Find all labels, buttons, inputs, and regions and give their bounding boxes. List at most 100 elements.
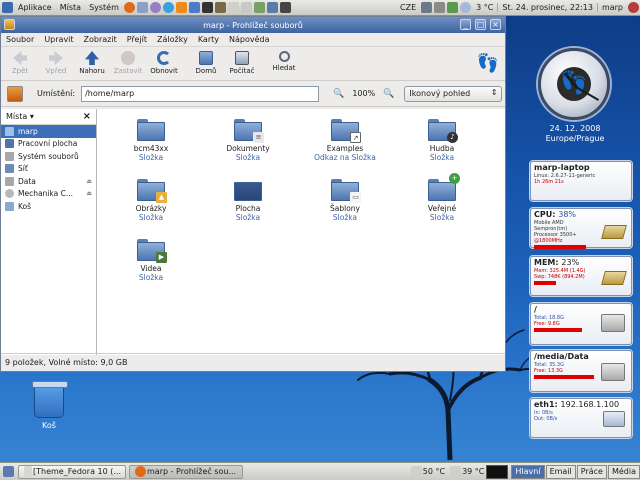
workspace-email[interactable]: Email xyxy=(545,464,576,479)
folder-item[interactable]: + Veřejné Složka xyxy=(405,173,479,222)
menu-help[interactable]: Nápověda xyxy=(224,35,275,44)
folder-item[interactable]: ♪ Hudba Složka xyxy=(405,119,479,162)
clock-applet[interactable]: St. 24. prosinec, 22:13 xyxy=(497,3,598,12)
sidebar-item-trash[interactable]: Koš xyxy=(1,200,96,213)
host-uptime: 1h 26m 21s xyxy=(534,179,564,185)
zoom-in-icon[interactable]: 🔍 xyxy=(383,89,394,99)
workspace-prace[interactable]: Práce xyxy=(576,464,607,479)
folder-item[interactable]: ▲ Obrázky Složka xyxy=(114,179,188,222)
disk-temperature[interactable]: 39 °C xyxy=(462,467,484,476)
zoom-out-icon[interactable]: 🔍 xyxy=(333,89,344,99)
zoom-level[interactable]: 100% xyxy=(352,89,375,98)
reload-icon xyxy=(157,51,171,65)
forward-button[interactable]: Vpřed xyxy=(39,47,73,75)
status-bar: 9 položek, Volné místo: 9,0 GB xyxy=(1,353,505,371)
window-menu-button[interactable] xyxy=(4,19,15,30)
close-button[interactable]: × xyxy=(490,19,501,30)
cpu-temperature[interactable]: 50 °C xyxy=(423,467,445,476)
menu-tabs[interactable]: Karty xyxy=(193,35,224,44)
office-launcher-icon[interactable] xyxy=(188,2,200,13)
conky-data-fs: /media/Data Total: 35.3G Free: 13.3G xyxy=(530,350,632,392)
folder-item[interactable]: ↗ Examples Odkaz na Složka xyxy=(308,119,382,162)
user-switcher[interactable]: marp xyxy=(598,3,627,12)
up-button[interactable]: Nahoru xyxy=(75,47,109,75)
folder-name: Hudba xyxy=(429,144,455,153)
file-grid: bcm43xx Složka ≡ Dokumenty Složka ↗ Exam… xyxy=(97,109,505,355)
minimize-button[interactable]: _ xyxy=(460,19,471,30)
sidebar-header: Místa ▾ × xyxy=(1,109,96,125)
folder-item[interactable]: Plocha Složka xyxy=(211,179,285,222)
pidgin-launcher-icon[interactable] xyxy=(149,2,161,13)
menu-places[interactable]: Místa xyxy=(56,3,85,12)
skype-launcher-icon[interactable] xyxy=(162,2,174,13)
folder-item[interactable]: ≡ Dokumenty Složka xyxy=(211,119,285,162)
desktop-trash[interactable]: Koš xyxy=(28,381,70,430)
workspace-media[interactable]: Média xyxy=(607,464,640,479)
gimp-launcher-icon[interactable] xyxy=(214,2,226,13)
home-button[interactable]: Domů xyxy=(189,47,223,75)
menu-go[interactable]: Přejít xyxy=(122,35,152,44)
menu-view[interactable]: Zobrazit xyxy=(79,35,122,44)
weather-temperature[interactable]: 3 °C xyxy=(472,3,497,12)
search-button[interactable]: Hledat xyxy=(267,47,301,72)
distro-logo-icon[interactable] xyxy=(2,2,13,13)
maximize-button[interactable]: □ xyxy=(475,19,486,30)
keyboard-layout-indicator[interactable]: CZE xyxy=(396,3,420,12)
folder-kind: Složka xyxy=(138,273,164,282)
mail-launcher-icon[interactable] xyxy=(136,2,148,13)
workspace-hlavni[interactable]: Hlavní xyxy=(511,464,545,479)
folder-name: Examples xyxy=(326,144,364,153)
desktop-trash-label: Koš xyxy=(42,421,56,430)
computer-button[interactable]: Počítač xyxy=(225,47,259,75)
public-folder-icon: + xyxy=(428,173,460,201)
system-monitor-graph[interactable] xyxy=(486,464,509,479)
terminal-launcher-icon[interactable] xyxy=(201,2,213,13)
folder-item[interactable]: bcm43xx Složka xyxy=(114,119,188,162)
conky-host: marp-laptop Linux: 2.6.27-11-generic 1h … xyxy=(530,161,632,201)
eject-icon[interactable]: ⏏ xyxy=(86,190,92,197)
sidebar-item-desktop[interactable]: Pracovní plocha xyxy=(1,138,96,151)
reload-button[interactable]: Obnovit xyxy=(147,47,181,75)
trash-icon xyxy=(5,201,14,211)
battery-icon[interactable] xyxy=(447,2,459,13)
folder-item[interactable]: ▶ Videa Složka xyxy=(114,239,188,282)
ram-chip-icon xyxy=(601,271,627,285)
analog-clock: 👣 xyxy=(538,48,610,120)
sidebar-item-network[interactable]: Síť xyxy=(1,163,96,176)
taskbar-item-theme[interactable]: [Theme_Fedora 10 (... xyxy=(18,464,126,479)
firefox-launcher-icon[interactable] xyxy=(123,2,135,13)
sidebar-item-data[interactable]: Data ⏏ xyxy=(1,175,96,188)
stop-button[interactable]: Zastavit xyxy=(111,47,145,75)
menu-system[interactable]: Systém xyxy=(85,3,123,12)
network-status-icon[interactable] xyxy=(421,2,433,13)
taskbar-item-file-manager[interactable]: marp - Prohlížeč sou... xyxy=(129,464,243,479)
volume-icon[interactable] xyxy=(434,2,446,13)
clock-date-text: 24. 12. 2008 xyxy=(549,124,601,133)
sidebar-item-filesystem[interactable]: Systém souborů xyxy=(1,150,96,163)
sidebar-item-cdrom[interactable]: Mechanika C... ⏏ xyxy=(1,188,96,201)
eject-icon[interactable]: ⏏ xyxy=(86,178,92,185)
media-launcher-icon[interactable] xyxy=(240,2,252,13)
vlc-launcher-icon[interactable] xyxy=(175,2,187,13)
power-icon[interactable] xyxy=(628,2,639,13)
screen-launcher-icon[interactable] xyxy=(279,2,291,13)
window-titlebar[interactable]: marp - Prohlížeč souborů _ □ × xyxy=(1,17,505,33)
menu-bookmarks[interactable]: Záložky xyxy=(152,35,193,44)
network-icon xyxy=(5,164,14,174)
sidebar-mode-select[interactable]: Místa ▾ xyxy=(6,112,34,121)
location-input[interactable]: /home/marp xyxy=(81,85,320,102)
show-desktop-icon[interactable] xyxy=(3,466,14,477)
network-launcher-icon[interactable] xyxy=(266,2,278,13)
view-mode-select[interactable]: Ikonový pohled ⇕ xyxy=(404,85,503,102)
settings-launcher-icon[interactable] xyxy=(253,2,265,13)
menu-edit[interactable]: Upravit xyxy=(39,35,78,44)
toggle-path-icon[interactable] xyxy=(7,85,23,102)
videos-folder-icon: ▶ xyxy=(137,239,167,263)
back-button[interactable]: Zpět xyxy=(3,47,37,75)
menu-file[interactable]: Soubor xyxy=(1,35,39,44)
editor-launcher-icon[interactable] xyxy=(227,2,239,13)
sidebar-close-icon[interactable]: × xyxy=(83,111,91,122)
sidebar-item-marp[interactable]: marp xyxy=(1,125,96,138)
menu-applications[interactable]: Aplikace xyxy=(14,3,56,12)
folder-item[interactable]: ▭ Šablony Složka xyxy=(308,179,382,222)
